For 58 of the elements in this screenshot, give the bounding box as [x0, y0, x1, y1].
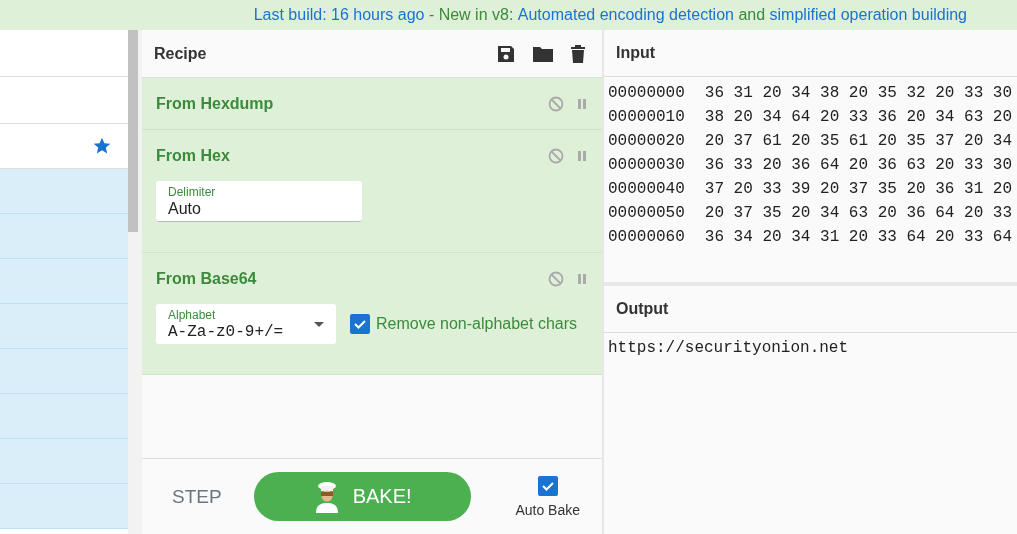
disable-icon[interactable] [548, 270, 564, 287]
recipe-title: Recipe [154, 44, 207, 63]
operation-name: From Hexdump [156, 94, 275, 113]
scrollbar-thumb[interactable] [128, 30, 138, 232]
banner-link[interactable]: simplified operation building [769, 6, 967, 24]
hex-bytes: 38 20 34 64 20 33 36 20 34 63 20 [704, 107, 1013, 128]
banner-link[interactable]: Automated encoding detection [517, 6, 734, 24]
hex-offset: 00000020 [608, 131, 685, 152]
hex-offset: 00000040 [608, 179, 685, 200]
caret-icon [314, 322, 324, 327]
recipe-operation[interactable]: From Base64 Alphabet A-Za-z0-9+/= Remove non-alphabet chars [142, 253, 602, 375]
banner-text: and [737, 6, 767, 24]
delete-icon[interactable] [570, 43, 586, 64]
operation-name: From Hex [156, 146, 231, 165]
hex-offset: 00000010 [608, 107, 685, 128]
operation-item[interactable] [0, 484, 128, 529]
hex-bytes: 36 33 20 36 64 20 36 63 20 33 30 [704, 155, 1013, 176]
step-button[interactable]: STEP [172, 485, 222, 508]
hex-offset: 00000000 [608, 83, 685, 104]
checkbox-label: Remove non-alphabet chars [376, 315, 577, 333]
hex-offset: 00000030 [608, 155, 685, 176]
hex-bytes: 20 37 35 20 34 63 20 36 64 20 33 [704, 203, 1013, 224]
star-icon [92, 136, 112, 156]
input-title: Input [616, 44, 656, 62]
disable-icon[interactable] [548, 95, 564, 112]
disable-icon[interactable] [548, 147, 564, 164]
checkbox[interactable] [350, 314, 370, 334]
operation-item[interactable] [0, 169, 128, 214]
pause-icon[interactable] [576, 271, 588, 286]
operation-name: From Base64 [156, 269, 258, 288]
checkmark-icon [353, 317, 367, 331]
save-icon[interactable] [496, 43, 516, 64]
operation-item[interactable] [0, 214, 128, 259]
operation-item[interactable] [0, 259, 128, 304]
output-text: https://securityonion.net [607, 338, 850, 359]
output-title: Output [616, 300, 669, 318]
hex-offset: 00000060 [608, 227, 685, 248]
pause-icon[interactable] [576, 148, 588, 163]
hex-offset: 00000050 [608, 203, 685, 224]
folder-icon[interactable] [532, 44, 554, 63]
operation-item[interactable] [0, 394, 128, 439]
bake-button[interactable]: BAKE! [253, 472, 471, 521]
hex-bytes: 36 34 20 34 31 20 33 64 20 33 64 [704, 227, 1013, 248]
recipe-operation[interactable]: From Hex Delimiter Auto [142, 130, 602, 253]
alphabet-dropdown[interactable]: Alphabet A-Za-z0-9+/= [156, 304, 336, 344]
hex-bytes: 20 37 61 20 35 61 20 35 37 20 34 [704, 131, 1013, 152]
delimiter-field[interactable]: Delimiter Auto [156, 181, 362, 222]
operation-item[interactable] [0, 349, 128, 394]
operation-item[interactable] [0, 439, 128, 484]
hex-bytes: 37 20 33 39 20 37 35 20 36 31 20 [704, 179, 1013, 200]
banner-text: - New in v8: [427, 6, 515, 24]
recipe-operation[interactable]: From Hexdump [142, 78, 602, 130]
hex-bytes: 36 31 20 34 38 20 35 32 20 33 30 [704, 83, 1013, 104]
banner-link[interactable]: Last build: 16 hours ago [253, 6, 425, 24]
auto-bake-checkbox[interactable] [537, 475, 558, 496]
auto-bake-label: Auto Bake [515, 501, 580, 518]
pause-icon[interactable] [576, 96, 588, 111]
operation-item[interactable] [0, 304, 128, 349]
